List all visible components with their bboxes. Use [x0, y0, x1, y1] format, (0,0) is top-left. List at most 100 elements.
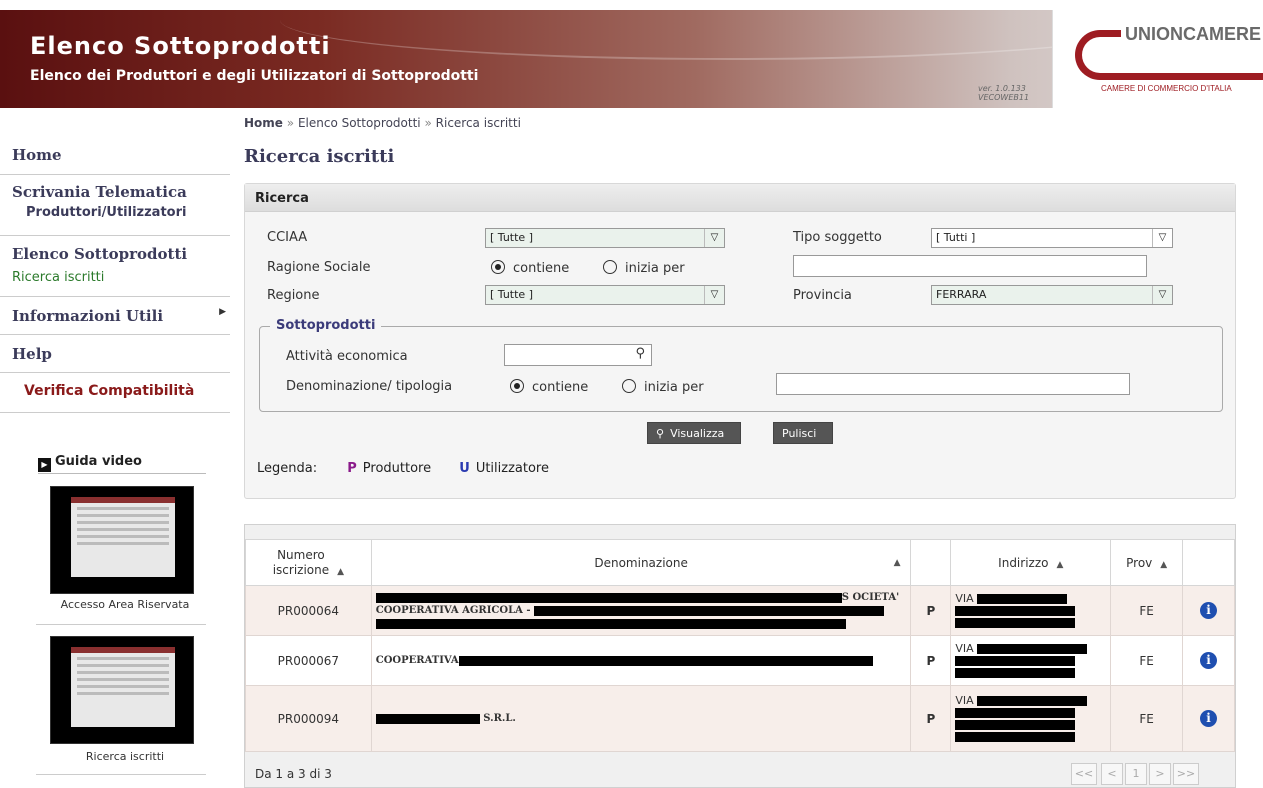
- chevron-down-icon: ▽: [704, 286, 724, 304]
- server-name: VECOWEB11: [978, 93, 1030, 102]
- sidebar-item-help[interactable]: Help: [0, 335, 230, 373]
- sort-icon: ▲: [337, 566, 345, 577]
- provincia-value: FERRARA: [936, 288, 987, 301]
- sidebar-item-informazioni[interactable]: Informazioni Utili ▶: [0, 297, 230, 335]
- redacted-text: [955, 707, 1076, 718]
- breadcrumb: Home » Elenco Sottoprodotti » Ricerca is…: [244, 116, 521, 130]
- video-preview-image: [71, 647, 175, 727]
- search-panel: Ricerca CCIAA [ Tutte ] ▽ Tipo soggetto […: [244, 183, 1236, 499]
- table-row[interactable]: PR000067 COOPERATIVA P VIA FE i: [245, 635, 1235, 686]
- redacted-text: [977, 593, 1068, 604]
- regione-select[interactable]: [ Tutte ] ▽: [485, 285, 725, 305]
- info-icon[interactable]: i: [1200, 652, 1218, 669]
- indirizzo-cell: VIA: [950, 585, 1112, 636]
- app-subtitle: Elenco dei Produttori e degli Utilizzato…: [30, 68, 479, 84]
- sidebar-item-verifica[interactable]: Verifica Compatibilità: [0, 373, 230, 413]
- redacted-text: [955, 731, 1076, 742]
- col-prov-header[interactable]: Prov ▲: [1110, 539, 1184, 586]
- den-contiene-radio[interactable]: contiene: [510, 379, 588, 395]
- visualizza-button[interactable]: ⚲ Visualizza: [647, 422, 741, 444]
- sidebar-item-elenco[interactable]: Elenco Sottoprodotti: [0, 236, 230, 268]
- col-prov-label: Prov: [1126, 555, 1153, 570]
- visualizza-label: Visualizza: [670, 427, 725, 440]
- denominazione-label: Denominazione/ tipologia: [286, 379, 453, 394]
- logo-tagline: CAMERE DI COMMERCIO D'ITALIA: [1101, 84, 1232, 93]
- denominazione-part: COOPERATIVA AGRICOLA -: [375, 605, 531, 616]
- table-row[interactable]: PR000064 S OCIETA' COOPERATIVA AGRICOLA …: [245, 585, 1235, 636]
- den-inizia-radio[interactable]: inizia per: [622, 379, 704, 395]
- tipo-cell: P: [910, 685, 952, 752]
- numero-cell: PR000067: [245, 635, 372, 686]
- redacted-text: [375, 713, 480, 724]
- info-icon[interactable]: i: [1200, 602, 1218, 619]
- col-indirizzo-label: Indirizzo: [998, 555, 1049, 570]
- video-thumbnail-ricerca[interactable]: [50, 636, 194, 744]
- info-cell[interactable]: i: [1182, 585, 1235, 636]
- attivita-input[interactable]: ⚲: [504, 344, 652, 366]
- attivita-label: Attività economica: [286, 349, 408, 364]
- provincia-label: Provincia: [793, 288, 852, 303]
- ragione-sociale-input[interactable]: [793, 255, 1147, 277]
- pager-last-button[interactable]: >>: [1173, 763, 1199, 785]
- pulisci-button[interactable]: Pulisci: [773, 422, 833, 444]
- col-numero-header[interactable]: Numero iscrizione ▲: [245, 539, 372, 586]
- sidebar-item-home[interactable]: Home: [0, 138, 230, 175]
- table-row[interactable]: PR000094 S.R.L. P VIA FE i: [245, 685, 1235, 752]
- ragione-sociale-label: Ragione Sociale: [267, 260, 371, 275]
- breadcrumb-home[interactable]: Home: [244, 116, 283, 130]
- sidebar-item-ricerca[interactable]: Ricerca iscritti: [0, 268, 230, 297]
- denominazione-input[interactable]: [776, 373, 1130, 395]
- redacted-text: [458, 655, 873, 666]
- ragione-contiene-radio[interactable]: contiene: [491, 260, 569, 276]
- col-numero-line2: iscrizione: [272, 562, 330, 577]
- denominazione-cell: COOPERATIVA: [370, 635, 912, 686]
- pager-prev-button[interactable]: <: [1101, 763, 1123, 785]
- version-number: ver. 1.0.133: [978, 84, 1026, 93]
- redacted-text: [977, 643, 1088, 654]
- radio-label: inizia per: [644, 380, 704, 395]
- address-prefix: VIA: [955, 641, 974, 655]
- sidebar-item-produttori[interactable]: Produttori/Utilizzatori: [0, 203, 230, 236]
- radio-checked-icon: [491, 260, 505, 274]
- denominazione-part: S OCIETA': [841, 592, 900, 603]
- info-cell[interactable]: i: [1182, 635, 1235, 686]
- sidebar-item-scrivania[interactable]: Scrivania Telematica: [0, 175, 230, 203]
- provincia-select[interactable]: FERRARA ▽: [931, 285, 1173, 305]
- cciaa-select[interactable]: [ Tutte ] ▽: [485, 228, 725, 248]
- guida-video-heading: ▶ Guida video: [38, 454, 206, 474]
- video-caption-ricerca[interactable]: Ricerca iscritti: [30, 750, 220, 763]
- address-prefix: VIA: [955, 693, 974, 707]
- ragione-inizia-radio[interactable]: inizia per: [603, 260, 685, 276]
- info-icon[interactable]: i: [1200, 710, 1218, 727]
- breadcrumb-elenco[interactable]: Elenco Sottoprodotti: [298, 116, 421, 130]
- info-cell[interactable]: i: [1182, 685, 1235, 752]
- divider: [36, 774, 206, 775]
- sidebar: Home Scrivania Telematica Produttori/Uti…: [0, 138, 230, 413]
- address-prefix: VIA: [955, 591, 974, 605]
- chevron-down-icon: ▽: [704, 229, 724, 247]
- chevron-down-icon: ▽: [1152, 286, 1172, 304]
- divider: [36, 624, 206, 625]
- tipo-soggetto-select[interactable]: [ Tutti ] ▽: [931, 228, 1173, 248]
- produttore-text: Produttore: [362, 461, 432, 476]
- unioncamere-logo[interactable]: UNIONCAMERE CAMERE DI COMMERCIO D'ITALIA: [1052, 10, 1263, 108]
- utilizzatore-marker: U: [459, 461, 470, 476]
- radio-checked-icon: [510, 379, 524, 393]
- col-tipo-header: [910, 539, 952, 586]
- redacted-text: [977, 695, 1088, 706]
- informazioni-label: Informazioni Utili: [12, 307, 164, 325]
- col-indirizzo-header[interactable]: Indirizzo ▲: [950, 539, 1112, 586]
- col-denominazione-header[interactable]: Denominazione ▲: [370, 539, 912, 586]
- regione-value: [ Tutte ]: [490, 288, 533, 301]
- utilizzatore-text: Utilizzatore: [475, 461, 549, 476]
- pager-next-button[interactable]: >: [1149, 763, 1171, 785]
- app-title: Elenco Sottoprodotti: [30, 32, 331, 60]
- redacted-text: [955, 667, 1076, 678]
- radio-unchecked-icon: [603, 260, 617, 274]
- pager-first-button[interactable]: <<: [1071, 763, 1097, 785]
- guida-video-label: Guida video: [55, 454, 142, 469]
- video-caption-accesso[interactable]: Accesso Area Riservata: [30, 598, 220, 611]
- pager-page-1[interactable]: 1: [1125, 763, 1147, 785]
- search-icon[interactable]: ⚲: [635, 346, 645, 361]
- video-thumbnail-accesso[interactable]: [50, 486, 194, 594]
